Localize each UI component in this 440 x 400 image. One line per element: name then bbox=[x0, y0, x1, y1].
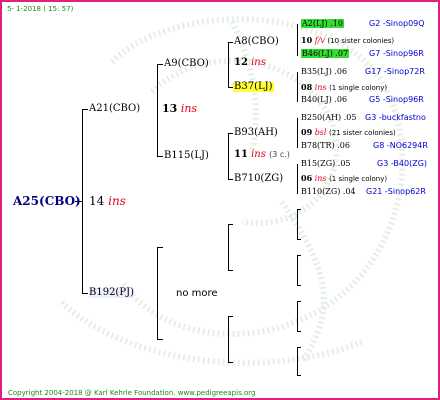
b710-link bbox=[228, 179, 233, 180]
gen4-row-1: A2(LJ) .10 bbox=[301, 19, 344, 28]
b115-link bbox=[157, 156, 163, 157]
empty-tick-7 bbox=[297, 347, 301, 348]
gen4-row-6: B40(LJ) .06 bbox=[301, 95, 348, 104]
a8-queen[interactable]: A8(CBO) bbox=[234, 37, 279, 47]
b192-bracket bbox=[157, 247, 158, 339]
site-link[interactable]: www.pedigreeapis.org bbox=[178, 389, 256, 397]
a9-ins: ins bbox=[251, 57, 266, 68]
empty-link-3 bbox=[228, 316, 233, 317]
b93-link bbox=[228, 133, 233, 134]
empty-tick-1 bbox=[297, 209, 301, 210]
b46-queen[interactable]: B46(LJ) .07 bbox=[301, 49, 350, 58]
b15-link[interactable]: G3 -B40(ZG) bbox=[377, 160, 427, 168]
root-year-line: 14 ins bbox=[89, 195, 126, 207]
a9-queen[interactable]: A9(CBO) bbox=[164, 59, 209, 69]
print-date: 5- 1-2018 ( 15: 57) bbox=[7, 5, 74, 13]
a21-bracket bbox=[157, 64, 158, 156]
b192-queen[interactable]: B192(PJ) bbox=[89, 288, 134, 298]
pedigree-frame: 5- 1-2018 ( 15: 57) A25(CBO) 14 ins A21(… bbox=[0, 0, 440, 400]
b192-link-b bbox=[157, 339, 163, 340]
empty-bracket-2 bbox=[228, 316, 229, 362]
b93-queen[interactable]: B93(AH) bbox=[234, 128, 278, 138]
empty-tick-8 bbox=[297, 375, 301, 376]
footer-line: Copyright 2004-2018 @ Karl Kehrle Founda… bbox=[8, 390, 255, 397]
b115-queen[interactable]: B115(LJ) bbox=[164, 151, 209, 161]
root-year: 14 bbox=[89, 194, 105, 208]
empty-link-2 bbox=[228, 270, 233, 271]
b93-bracket bbox=[297, 118, 298, 148]
empty-link-4 bbox=[228, 362, 233, 363]
a9-year-line: 12 ins bbox=[234, 58, 266, 68]
b115-extra: (3 c.) bbox=[269, 150, 290, 159]
empty-bracket-6 bbox=[297, 347, 298, 375]
no-more-note: no more bbox=[176, 288, 218, 299]
empty-bracket-3 bbox=[297, 209, 298, 239]
b78-link[interactable]: G8 -NO6294R bbox=[373, 142, 428, 150]
b37-bracket bbox=[297, 72, 298, 102]
b46-link[interactable]: G7 -Sinop96R bbox=[369, 50, 424, 58]
a9-link bbox=[157, 64, 163, 65]
b115-year-line: 11 ins (3 c.) bbox=[234, 150, 290, 160]
gen4-row-11: 06 ins (1 single colony) bbox=[301, 173, 388, 183]
b78-queen[interactable]: B78(TR) bbox=[301, 141, 335, 150]
empty-bracket-1 bbox=[228, 224, 229, 270]
b40-link[interactable]: G5 -Sinop96R bbox=[369, 96, 424, 104]
empty-tick-3 bbox=[297, 255, 301, 256]
upper-link bbox=[82, 109, 88, 110]
gen4-row-3: B46(LJ) .07 bbox=[301, 49, 350, 58]
b192-link-a bbox=[157, 247, 163, 248]
b37-queen[interactable]: B37(LJ) bbox=[233, 82, 274, 92]
b250-link[interactable]: G3 -buckfastno bbox=[365, 114, 426, 122]
copyright: Copyright 2004-2018 @ Karl Kehrle Founda… bbox=[8, 389, 176, 397]
b35-link[interactable]: G17 -Sinop72R bbox=[365, 68, 425, 76]
a2-link[interactable]: G2 -Sinop09Q bbox=[369, 20, 425, 28]
gen4-row-2: 10 f/v (10 sister colonies) bbox=[301, 35, 395, 45]
a21-year: 13 bbox=[162, 102, 178, 115]
empty-tick-4 bbox=[297, 285, 301, 286]
gen4-row-10: B15(ZG) .05 bbox=[301, 159, 351, 168]
b110-queen[interactable]: B110(ZG) bbox=[301, 187, 340, 196]
b710-queen[interactable]: B710(ZG) bbox=[234, 174, 283, 184]
b110-link[interactable]: G21 -Sinop62R bbox=[366, 188, 426, 196]
gen4-row-4: B35(LJ) .06 bbox=[301, 67, 348, 76]
a21-year-line: 13 ins bbox=[162, 103, 197, 114]
b710-bracket bbox=[297, 164, 298, 194]
empty-link-1 bbox=[228, 224, 233, 225]
empty-tick-6 bbox=[297, 331, 301, 332]
a9-bracket bbox=[228, 42, 229, 87]
gen4-row-9: B78(TR) .06 bbox=[301, 141, 350, 150]
a21-ins: ins bbox=[180, 102, 198, 115]
a8-link bbox=[228, 42, 233, 43]
empty-bracket-4 bbox=[297, 255, 298, 285]
lower-link bbox=[82, 293, 88, 294]
gen4-row-7: B250(AH) .05 bbox=[301, 113, 357, 122]
b115-ins: ins bbox=[251, 149, 266, 160]
b115-bracket bbox=[228, 133, 229, 179]
gen4-row-8: 09 bsl (21 sister colonies) bbox=[301, 127, 396, 137]
empty-tick-2 bbox=[297, 239, 301, 240]
gen4-row-12: B110(ZG) .04 bbox=[301, 187, 356, 196]
empty-tick-5 bbox=[297, 301, 301, 302]
b115-year: 11 bbox=[234, 149, 248, 160]
b35-queen[interactable]: B35(LJ) bbox=[301, 67, 332, 76]
b40-queen[interactable]: B40(LJ) bbox=[301, 95, 332, 104]
root-ins: ins bbox=[108, 194, 126, 208]
b250-queen[interactable]: B250(AH) bbox=[301, 113, 341, 122]
a21-queen[interactable]: A21(CBO) bbox=[89, 104, 140, 114]
empty-bracket-5 bbox=[297, 301, 298, 331]
a8-bracket bbox=[297, 24, 298, 56]
a9-year: 12 bbox=[234, 57, 248, 68]
root-queen[interactable]: A25(CBO) bbox=[13, 195, 81, 207]
gen4-row-5: 08 ins (1 single colony) bbox=[301, 82, 388, 92]
a2-queen[interactable]: A2(LJ) .10 bbox=[301, 19, 344, 28]
b15-queen[interactable]: B15(ZG) bbox=[301, 159, 335, 168]
